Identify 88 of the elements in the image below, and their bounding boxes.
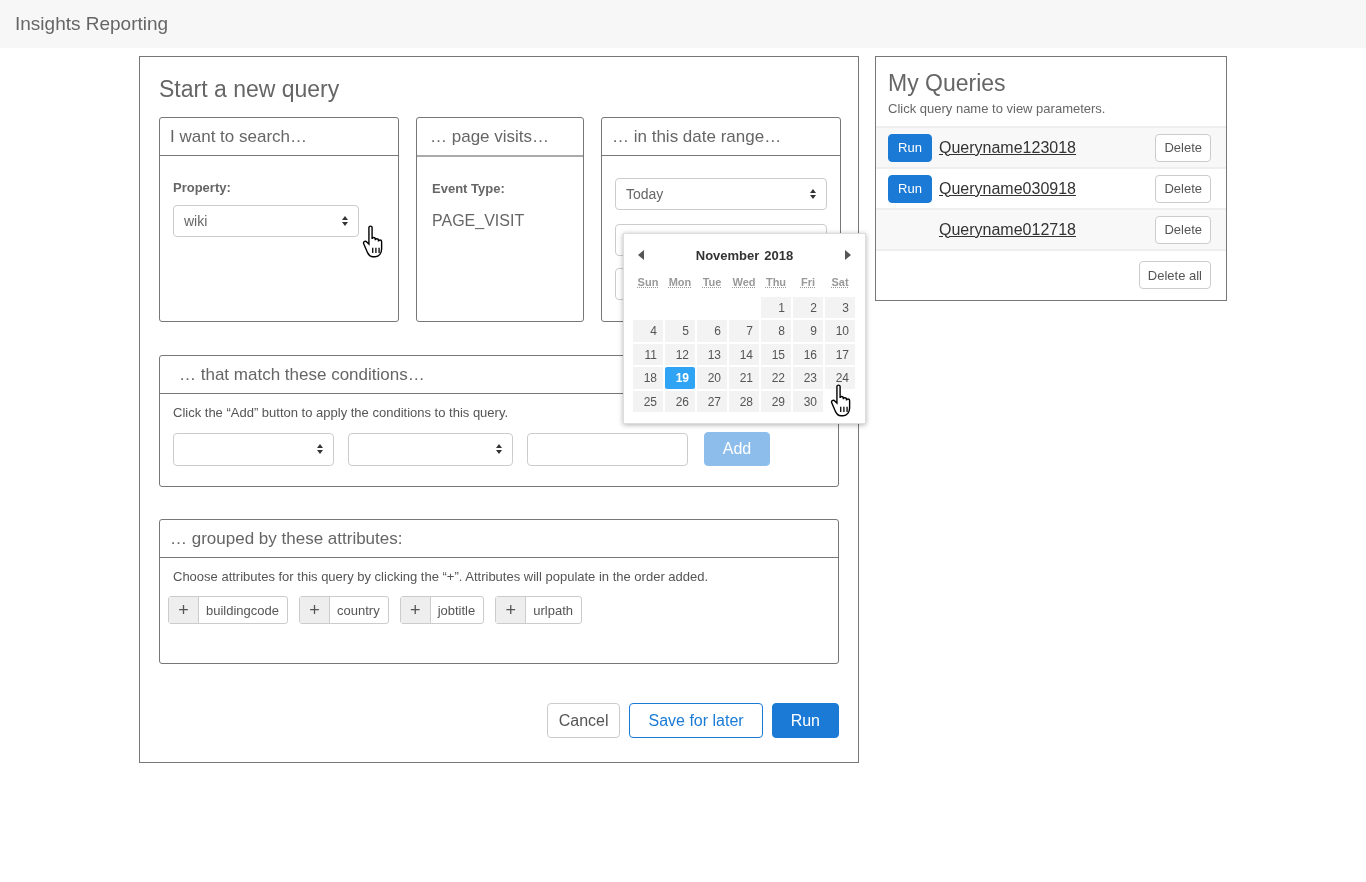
next-arrow-icon [845,250,851,260]
query-name-link[interactable]: Queryname123018 [939,138,1076,157]
panel-title: Start a new query [159,76,341,102]
run-button[interactable]: Run [888,174,932,203]
calendar-day[interactable]: 16 [792,342,824,366]
add-attribute-button[interactable]: + [400,597,431,623]
previous-arrow-icon [638,250,644,260]
attribute-name: buildingcode [205,601,280,620]
select-value: Today [626,186,664,202]
weekday-label: Fri [799,275,817,290]
date-range-select[interactable]: Today [615,178,827,210]
weekday-label: Mon [667,275,693,290]
calendar-day[interactable]: 11 [632,342,664,366]
calendar-day[interactable]: 17 [824,342,856,366]
calendar-day[interactable]: 12 [664,342,696,366]
calendar-day[interactable]: 18 [632,366,664,390]
attribute-name: country [336,601,381,620]
year-label: 2018 [764,247,794,263]
attribute-chip[interactable]: + urlpath [495,596,582,624]
attribute-name: urlpath [532,601,574,620]
weekday-label: Sun [636,275,660,290]
calendar-day[interactable]: 7 [728,319,760,343]
calendar-day[interactable]: 20 [696,366,728,390]
action-button[interactable]: Save for later [629,703,763,738]
condition-select[interactable] [348,432,513,466]
attribute-chip[interactable]: + jobtitle [399,596,485,624]
calendar-day[interactable]: 5 [664,319,696,343]
calendar-day[interactable]: 23 [792,366,824,390]
calendar-day[interactable]: 27 [696,389,728,413]
property-select[interactable]: wiki [173,205,359,237]
up-down-arrows-icon [342,216,348,226]
calendar-day[interactable]: 4 [632,319,664,343]
up-down-arrows-icon [496,444,502,454]
attribute-chip[interactable]: + country [299,596,389,624]
calendar-day[interactable]: 10 [824,319,856,343]
card-header: … in this date range… [602,118,840,156]
delete-all-button[interactable]: Delete all [1138,261,1211,289]
weekday-label: Sat [830,275,850,290]
calendar-day[interactable]: 25 [632,389,664,413]
calendar-day[interactable]: 13 [696,342,728,366]
field-label: Property: [173,180,232,195]
add-attribute-button[interactable]: + [300,597,330,623]
run-button[interactable]: Run [888,133,932,162]
hint-text: Click the “Add” button to apply the conditions to this query. [173,405,510,420]
calendar-day[interactable]: 9 [792,319,824,343]
calendar-day[interactable]: 3 [824,295,856,319]
add-attribute-button[interactable]: + [496,597,527,623]
calendar-day[interactable]: 28 [728,389,760,413]
query-name-link[interactable]: Queryname030918 [939,179,1076,198]
calendar-day[interactable]: 2 [792,295,824,319]
calendar-day[interactable]: 29 [760,389,792,413]
event-value: PAGE_VISIT [432,212,526,230]
hint-text: Choose attributes for this query by clicking the “+”. Attributes will populate in the order added. [173,569,710,584]
condition-input[interactable] [527,432,688,466]
app-title: Insights Reporting [15,13,169,35]
calendar-day[interactable]: 15 [760,342,792,366]
up-down-arrows-icon [317,444,323,454]
calendar-day[interactable]: 30 [792,389,824,413]
delete-button[interactable]: Delete [1155,174,1211,203]
calendar-day[interactable]: 26 [664,389,696,413]
calendar-day[interactable]: 8 [760,319,792,343]
calendar-day[interactable]: 21 [728,366,760,390]
up-down-arrows-icon [810,189,816,199]
calendar-day[interactable]: 6 [696,319,728,343]
weekday-label: Thu [764,275,788,290]
attribute-name: jobtitle [436,601,477,620]
calendar-day[interactable]: 24 [824,366,856,390]
delete-button[interactable]: Delete [1155,133,1211,162]
weekday-label: Tue [701,275,723,290]
select-value: wiki [184,213,208,229]
weekday-label: Wed [731,275,757,290]
calendar-day[interactable]: 22 [760,366,792,390]
add-attribute-button[interactable]: + [169,597,199,623]
query-name-link[interactable]: Queryname012718 [939,220,1076,239]
panel-subtitle: Click query name to view parameters. [888,101,1107,116]
attribute-chip[interactable]: + buildingcode [168,596,288,624]
calendar-day[interactable]: 1 [760,295,792,319]
card-header: … page visits… [417,118,583,157]
card-header: I want to search… [160,118,398,156]
month-label: November [695,247,760,263]
action-button[interactable]: Cancel [546,703,621,738]
panel-title: My Queries [888,69,1007,97]
condition-select[interactable] [173,432,334,466]
card-header: … grouped by these attributes: [160,520,838,558]
delete-button[interactable]: Delete [1155,215,1211,244]
calendar-day[interactable]: 14 [728,342,760,366]
action-button[interactable]: Run [771,703,839,738]
field-label: Event Type: [432,181,506,196]
